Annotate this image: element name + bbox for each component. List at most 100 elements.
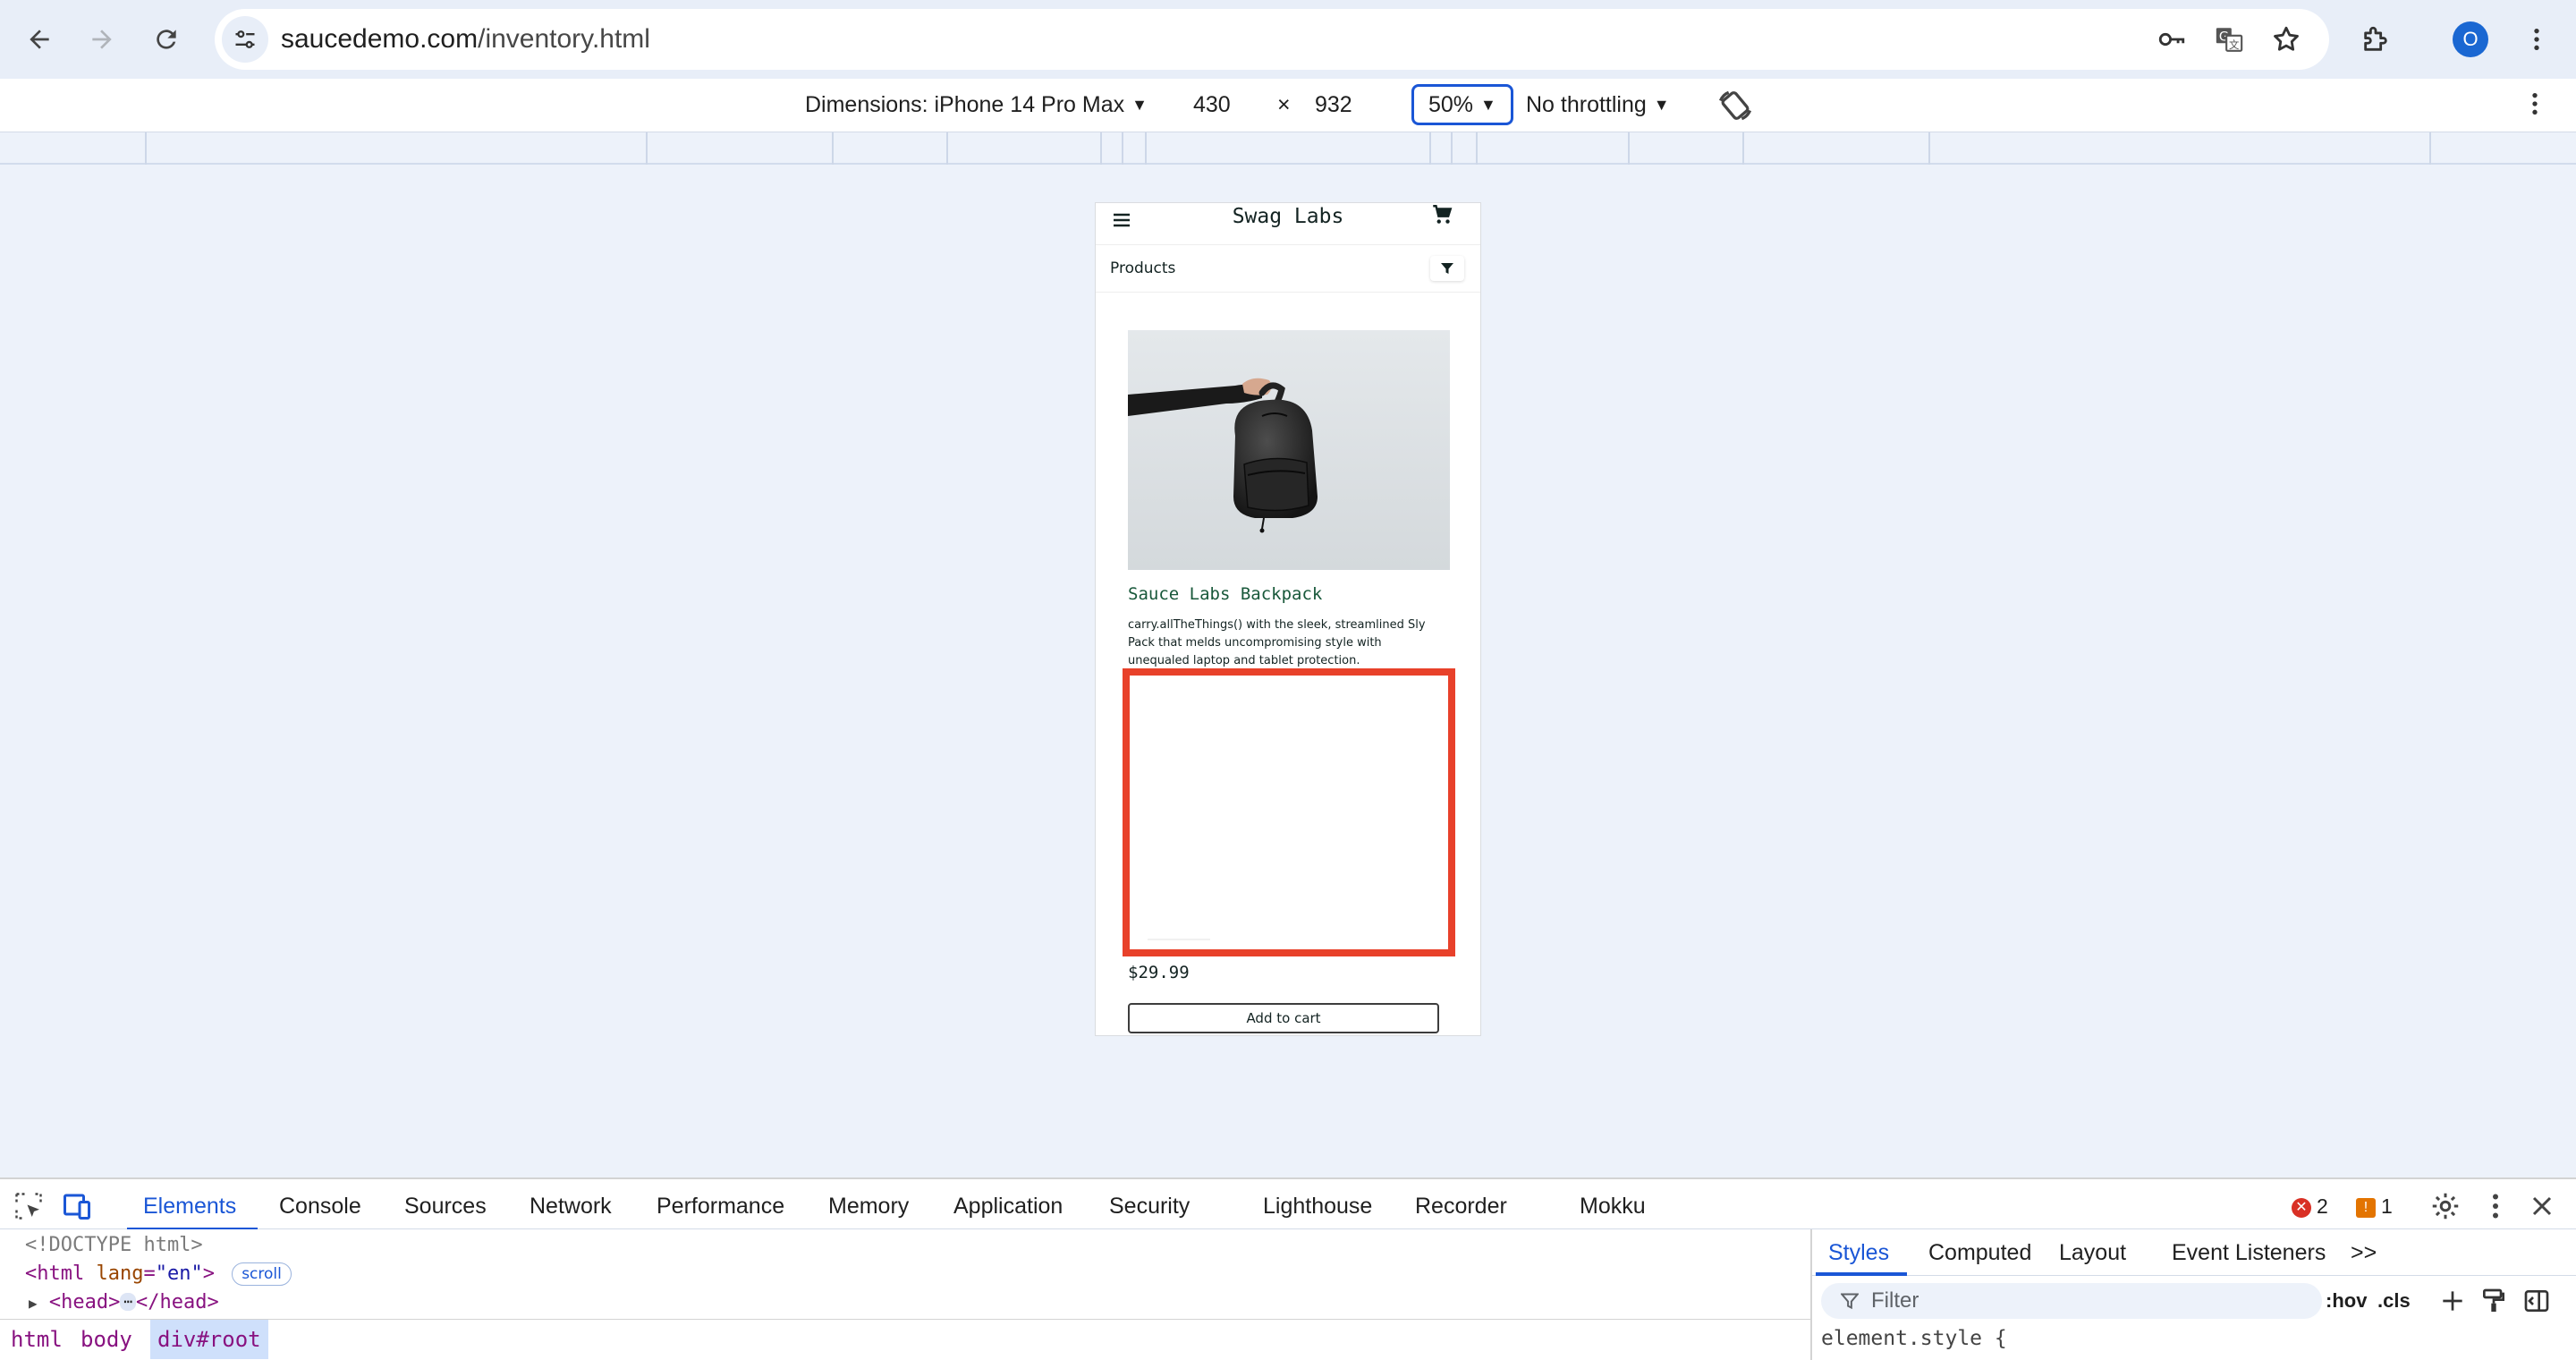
inspect-element-button[interactable]: [13, 1190, 45, 1222]
ruler-tick: [1100, 132, 1102, 165]
paint-brush-icon: [2483, 1288, 2504, 1312]
rotate-icon: [1718, 90, 1752, 121]
tab-application[interactable]: Application: [953, 1194, 1063, 1219]
device-dimensions-select[interactable]: Dimensions: iPhone 14 Pro Max ▼: [805, 91, 1148, 118]
ruler-tick: [946, 132, 948, 165]
sidebar-icon: [2524, 1290, 2549, 1312]
password-manager-button[interactable]: [2152, 20, 2191, 59]
kebab-menu-icon: [2534, 29, 2539, 50]
secondary-header: Products: [1096, 244, 1480, 293]
more-tabs-button[interactable]: >>: [2351, 1240, 2377, 1265]
bookmark-button[interactable]: [2267, 20, 2306, 59]
device-toolbar-toggle[interactable]: [61, 1190, 93, 1222]
gear-icon: [2432, 1193, 2459, 1220]
tab-network[interactable]: Network: [530, 1194, 612, 1219]
devtools-settings-button[interactable]: [2429, 1190, 2462, 1222]
ruler-tick: [1145, 132, 1147, 165]
breadcrumb-body[interactable]: body: [73, 1320, 140, 1359]
browser-menu-button[interactable]: [2513, 16, 2560, 63]
hover-state-toggle[interactable]: :hov: [2326, 1288, 2367, 1313]
shopping-cart-link[interactable]: [1430, 203, 1453, 226]
puzzle-icon: [2364, 26, 2387, 51]
ruler-tick: [1122, 132, 1123, 165]
page-title: Products: [1110, 259, 1176, 277]
rotate-button[interactable]: [1716, 86, 1755, 125]
element-style-rule[interactable]: element.style {: [1821, 1324, 2007, 1353]
height-input[interactable]: 932: [1315, 91, 1352, 118]
class-toggle[interactable]: .cls: [2377, 1288, 2411, 1313]
tab-console[interactable]: Console: [279, 1194, 361, 1219]
site-info-button[interactable]: [222, 16, 268, 63]
doctype-line[interactable]: <!DOCTYPE html>: [25, 1231, 203, 1260]
add-to-cart-button[interactable]: Add to cart: [1128, 1003, 1439, 1033]
device-icon: [64, 1194, 90, 1220]
tab-memory[interactable]: Memory: [828, 1194, 909, 1219]
scroll-badge[interactable]: scroll: [232, 1262, 292, 1286]
close-devtools-button[interactable]: [2526, 1190, 2558, 1222]
device-screen: Swag Labs Products Sauce Labs Backpack c…: [1095, 202, 1481, 1036]
plus-icon: [2443, 1291, 2462, 1311]
lang-attribute: lang: [96, 1262, 144, 1285]
tab-security[interactable]: Security: [1109, 1194, 1190, 1219]
tab-mokku[interactable]: Mokku: [1580, 1194, 1646, 1219]
tab-layout[interactable]: Layout: [2059, 1240, 2126, 1265]
reload-icon: [157, 30, 176, 49]
url-host: saucedemo.com: [281, 24, 479, 54]
tab-elements[interactable]: Elements: [143, 1194, 236, 1219]
address-bar[interactable]: saucedemo.com/inventory.html G文: [215, 9, 2329, 70]
back-button[interactable]: [16, 16, 63, 63]
tab-sources[interactable]: Sources: [404, 1194, 487, 1219]
backpack-photo: [1128, 330, 1450, 570]
filter-icon: [1441, 263, 1453, 274]
new-style-rule-button[interactable]: [2438, 1287, 2467, 1315]
warnings-counter[interactable]: ! 1: [2356, 1194, 2393, 1219]
styles-filter-input[interactable]: Filter: [1821, 1283, 2322, 1319]
product-image-backpack[interactable]: [1128, 330, 1450, 570]
tab-event-listeners[interactable]: Event Listeners: [2172, 1240, 2326, 1265]
tab-recorder[interactable]: Recorder: [1415, 1194, 1507, 1219]
toggle-sidebar-button[interactable]: [2522, 1287, 2551, 1315]
head-close-tag: </head>: [136, 1291, 219, 1313]
warning-icon: !: [2356, 1198, 2376, 1218]
translate-button[interactable]: G文: [2209, 20, 2249, 59]
html-tag-line[interactable]: <html lang="en"> scroll: [25, 1260, 292, 1288]
zoom-select[interactable]: 50% ▼: [1411, 84, 1513, 125]
product-name-link[interactable]: Sauce Labs Backpack: [1128, 584, 1322, 604]
ruler-tick: [1628, 132, 1630, 165]
ruler-tick: [1742, 132, 1744, 165]
ruler-tick: [145, 132, 147, 165]
browser-toolbar: saucedemo.com/inventory.html G文 O: [0, 0, 2576, 79]
tab-styles[interactable]: Styles: [1828, 1240, 1889, 1265]
devtools-menu-button[interactable]: [2479, 1190, 2512, 1222]
tab-computed[interactable]: Computed: [1928, 1240, 2031, 1265]
errors-count: 2: [2317, 1194, 2328, 1218]
profile-avatar[interactable]: O: [2453, 21, 2488, 57]
expand-triangle-icon[interactable]: ▶: [29, 1295, 38, 1312]
breadcrumb-html[interactable]: html: [4, 1320, 70, 1359]
throttling-select[interactable]: No throttling ▼: [1526, 91, 1670, 118]
reload-button[interactable]: [143, 16, 190, 63]
sort-filter-button[interactable]: [1430, 256, 1464, 281]
caret-down-icon: ▼: [1131, 96, 1148, 114]
extensions-button[interactable]: [2352, 16, 2399, 63]
breadcrumb-div-root[interactable]: div#root: [150, 1320, 268, 1359]
width-input[interactable]: 430: [1193, 91, 1231, 118]
ruler-tick: [2429, 132, 2431, 165]
tab-lighthouse[interactable]: Lighthouse: [1263, 1194, 1372, 1219]
key-icon: [2158, 32, 2185, 47]
media-query-ruler[interactable]: [0, 132, 2576, 165]
errors-counter[interactable]: ✕ 2: [2292, 1194, 2328, 1219]
html-close-bracket: >: [202, 1262, 215, 1285]
close-icon: [2532, 1196, 2552, 1216]
translate-icon: G文: [2216, 28, 2243, 52]
device-toolbar-menu-button[interactable]: [2521, 89, 2549, 118]
rendering-emulation-button[interactable]: [2479, 1287, 2508, 1315]
head-tag-line[interactable]: ▶ <head> ⋯ </head>: [29, 1288, 219, 1318]
url-text[interactable]: saucedemo.com/inventory.html: [281, 25, 650, 54]
html-open-tag: <html: [25, 1262, 85, 1285]
head-open-tag: <head>: [48, 1291, 121, 1313]
tab-performance[interactable]: Performance: [657, 1194, 784, 1219]
collapsed-content-badge[interactable]: ⋯: [120, 1293, 137, 1311]
forward-button[interactable]: [79, 16, 125, 63]
styles-pane: Styles Computed Layout Event Listeners >…: [1810, 1229, 2576, 1360]
